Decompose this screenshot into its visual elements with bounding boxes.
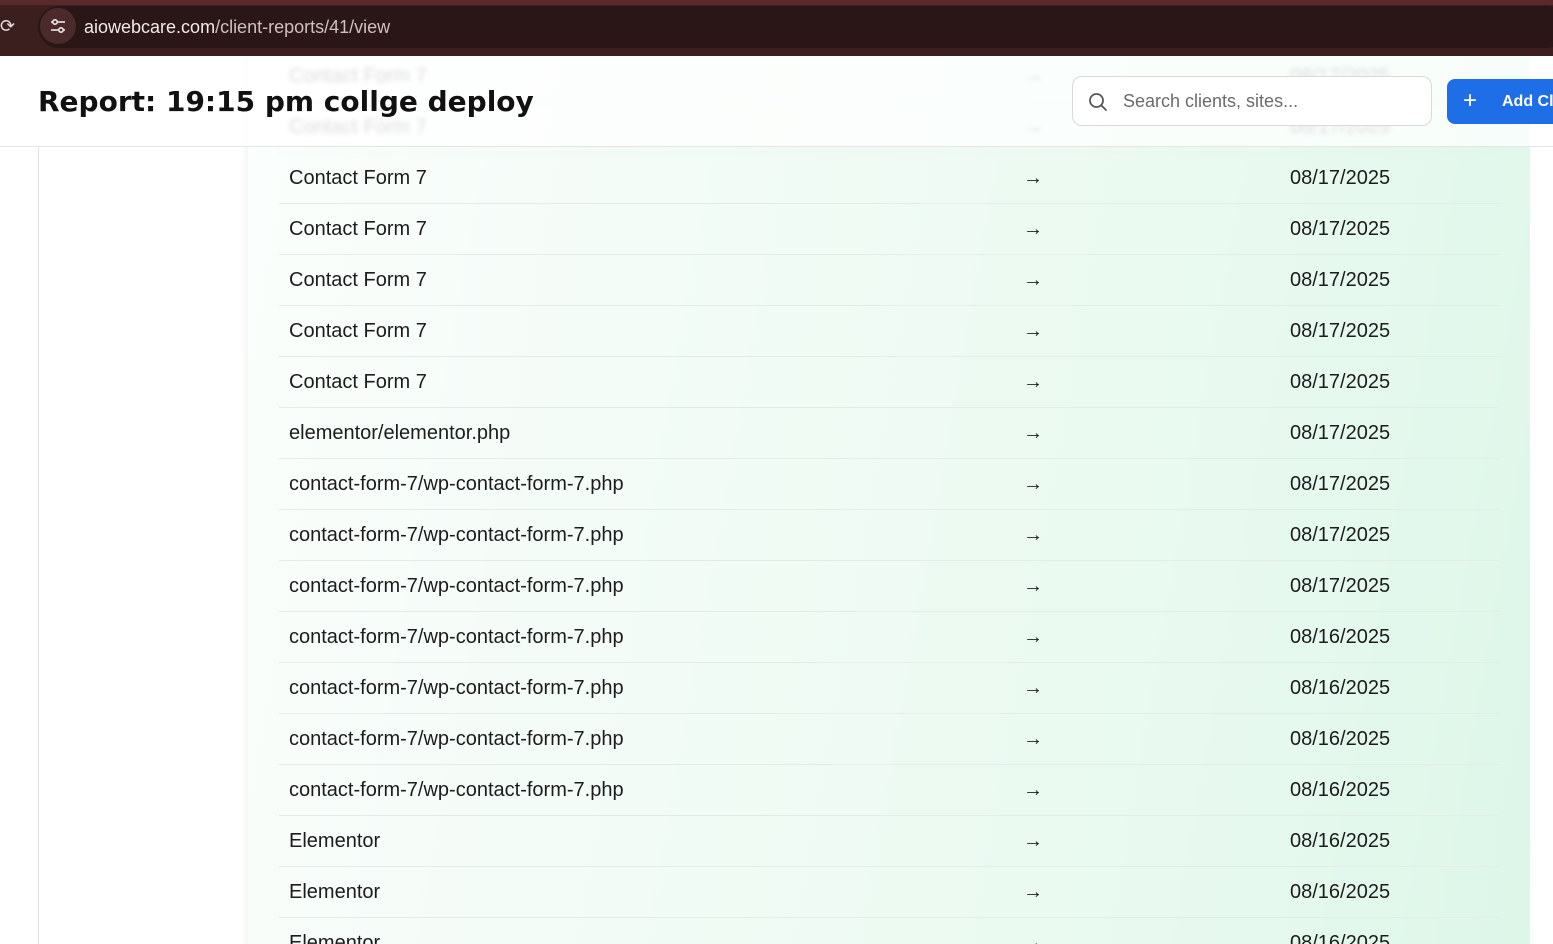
plugin-name: contact-form-7/wp-contact-form-7.php xyxy=(289,626,624,648)
page-gutter xyxy=(1530,56,1553,944)
table-row[interactable]: contact-form-7/wp-contact-form-7.php → 08/… xyxy=(279,663,1500,714)
table-row[interactable]: contact-form-7/wp-contact-form-7.php → 08/… xyxy=(279,459,1500,510)
table-row[interactable]: Contact Form 7 → 08/17/2025 xyxy=(279,204,1500,255)
plugin-name: contact-form-7/wp-contact-form-7.php xyxy=(289,728,624,750)
plugin-name: elementor/elementor.php xyxy=(289,422,511,444)
plugin-name: contact-form-7/wp-contact-form-7.php xyxy=(289,524,624,546)
change-date: 08/16/2025 xyxy=(1290,881,1391,903)
table-row[interactable]: Contact Form 7 → 08/17/2025 xyxy=(279,153,1500,204)
plugin-name: contact-form-7/wp-contact-form-7.php xyxy=(289,575,624,597)
add-client-button[interactable]: + Add Cli xyxy=(1447,79,1553,124)
change-date: 08/16/2025 xyxy=(1290,677,1391,699)
arrow-icon: → xyxy=(1023,167,1043,189)
sidebar-divider xyxy=(38,146,39,944)
arrow-icon: → xyxy=(1023,422,1043,444)
change-date: 08/17/2025 xyxy=(1290,320,1391,342)
change-date: 08/16/2025 xyxy=(1290,626,1391,648)
change-date: 08/17/2025 xyxy=(1290,371,1391,393)
search-input[interactable] xyxy=(1123,77,1423,125)
table-row[interactable]: Contact Form 7 → 08/17/2025 xyxy=(279,255,1500,306)
url-text[interactable]: aiowebcare.com/client-reports/41/view xyxy=(84,14,390,40)
table-row[interactable]: contact-form-7/wp-contact-form-7.php → 08/… xyxy=(279,510,1500,561)
arrow-icon: → xyxy=(1023,830,1043,852)
arrow-icon: → xyxy=(1023,269,1043,291)
tune-icon[interactable] xyxy=(40,8,76,44)
change-date: 08/17/2025 xyxy=(1290,473,1391,495)
change-date: 08/16/2025 xyxy=(1290,830,1391,852)
page-title: Report: 19:15 pm collge deploy xyxy=(38,85,534,118)
table-row[interactable]: contact-form-7/wp-contact-form-7.php → 08/… xyxy=(279,765,1500,816)
arrow-icon: → xyxy=(1023,728,1043,750)
table-row[interactable]: Contact Form 7 → 08/17/2025 xyxy=(279,306,1500,357)
arrow-icon: → xyxy=(1023,932,1043,944)
url-path: /client-reports/41/view xyxy=(215,17,391,37)
arrow-icon: → xyxy=(1023,677,1043,699)
plugin-name: Elementor xyxy=(289,932,381,944)
plugin-name: contact-form-7/wp-contact-form-7.php xyxy=(289,779,624,801)
arrow-icon: → xyxy=(1023,779,1043,801)
plugin-name: Contact Form 7 xyxy=(289,269,427,291)
table-row[interactable]: Elementor → 08/16/2025 xyxy=(279,918,1500,944)
plugin-name: Contact Form 7 xyxy=(289,320,427,342)
change-date: 08/17/2025 xyxy=(1290,269,1391,291)
search-icon xyxy=(1089,93,1107,111)
changes-table: Contact Form 7 → 08/17/2025 Contact Form 7 →… xyxy=(279,56,1500,944)
change-date: 08/17/2025 xyxy=(1290,524,1391,546)
table-row[interactable]: contact-form-7/wp-contact-form-7.php → 08/… xyxy=(279,612,1500,663)
tab-strip xyxy=(0,0,1553,5)
table-row[interactable]: contact-form-7/wp-contact-form-7.php → 08/… xyxy=(279,561,1500,612)
change-date: 08/17/2025 xyxy=(1290,575,1391,597)
plugin-name: Elementor xyxy=(289,881,381,903)
browser-toolbar: ⟳ aiowebcare.com/client-reports/41/view xyxy=(0,0,1553,56)
plugin-name: Contact Form 7 xyxy=(289,167,427,189)
plugin-name: Elementor xyxy=(289,830,381,852)
url-domain: aiowebcare.com xyxy=(84,17,216,37)
reload-icon[interactable]: ⟳ xyxy=(0,15,16,37)
plugin-name: Contact Form 7 xyxy=(289,218,427,240)
arrow-icon: → xyxy=(1023,371,1043,393)
change-date: 08/16/2025 xyxy=(1290,932,1391,944)
plus-icon: + xyxy=(1463,87,1478,114)
plugin-name: Contact Form 7 xyxy=(289,371,427,393)
change-date: 08/16/2025 xyxy=(1290,779,1391,801)
change-date: 08/16/2025 xyxy=(1290,728,1391,750)
add-client-label: Add Cli xyxy=(1502,93,1553,110)
table-row[interactable]: elementor/elementor.php → 08/17/2025 xyxy=(279,408,1500,459)
page-header: Report: 19:15 pm collge deploy + Add Cli xyxy=(0,56,1553,147)
arrow-icon: → xyxy=(1023,575,1043,597)
arrow-icon: → xyxy=(1023,218,1043,240)
change-date: 08/17/2025 xyxy=(1290,422,1391,444)
plugin-name: contact-form-7/wp-contact-form-7.php xyxy=(289,473,624,495)
table-row[interactable]: contact-form-7/wp-contact-form-7.php → 08/… xyxy=(279,714,1500,765)
table-row[interactable]: Contact Form 7 → 08/17/2025 xyxy=(279,357,1500,408)
page-content: Contact Form 7 → 08/17/2025 Contact Form 7 →… xyxy=(0,56,1553,944)
arrow-icon: → xyxy=(1023,473,1043,495)
arrow-icon: → xyxy=(1023,881,1043,903)
change-date: 08/17/2025 xyxy=(1290,218,1391,240)
search-box[interactable] xyxy=(1072,76,1432,126)
table-row[interactable]: Elementor → 08/16/2025 xyxy=(279,867,1500,918)
arrow-icon: → xyxy=(1023,524,1043,546)
arrow-icon: → xyxy=(1023,320,1043,342)
arrow-icon: → xyxy=(1023,626,1043,648)
plugin-name: contact-form-7/wp-contact-form-7.php xyxy=(289,677,624,699)
change-date: 08/17/2025 xyxy=(1290,167,1391,189)
table-row[interactable]: Elementor → 08/16/2025 xyxy=(279,816,1500,867)
